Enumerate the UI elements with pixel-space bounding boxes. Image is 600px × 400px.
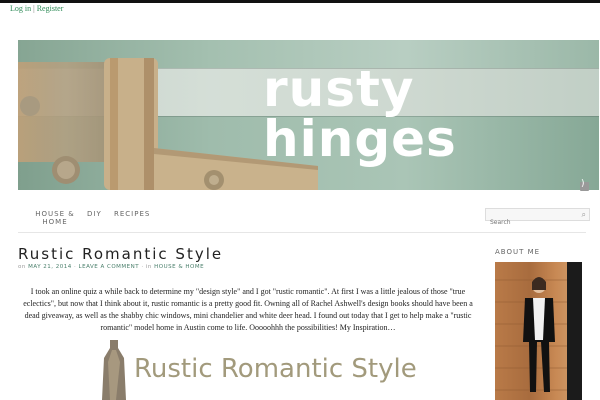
nav-divider	[18, 232, 586, 233]
register-link[interactable]: Register	[37, 4, 64, 13]
search-box: ⌕	[485, 208, 590, 228]
user-links: Log in | Register	[10, 4, 63, 13]
nav-item-recipes[interactable]: Recipes	[114, 210, 150, 218]
about-me-photo[interactable]	[495, 262, 582, 400]
post-title[interactable]: Rustic Romantic Style	[18, 245, 223, 263]
dress-form-image	[102, 340, 126, 400]
meta-in: in	[145, 264, 152, 270]
search-icon[interactable]: ⌕	[582, 210, 586, 220]
post-meta: on May 21, 2014 · Leave a Comment · in H…	[18, 264, 204, 270]
meta-dot: ·	[141, 264, 144, 270]
nav-item-diy[interactable]: DIY	[87, 210, 102, 218]
search-input[interactable]	[486, 217, 575, 228]
nav-item-label: House &	[35, 210, 75, 218]
nav-item-label-line2: Home	[42, 218, 68, 226]
post-inspiration-image[interactable]: Rustic Romantic Style	[96, 340, 436, 400]
top-bar	[0, 0, 600, 3]
header-banner[interactable]: rusty hinges	[18, 40, 599, 190]
post-category[interactable]: House & Home	[154, 264, 204, 270]
login-link[interactable]: Log in	[10, 4, 31, 13]
rss-icon[interactable]: )	[580, 179, 589, 191]
leave-comment-link[interactable]: Leave a Comment	[79, 264, 140, 270]
nav-item-house-home[interactable]: House & Home	[30, 210, 80, 226]
post-body: I took an online quiz a while back to de…	[23, 287, 473, 332]
site-title[interactable]: rusty hinges	[263, 64, 599, 164]
person-photo	[495, 262, 582, 400]
post-date[interactable]: May 21, 2014	[28, 264, 72, 270]
about-me-heading: About Me	[495, 248, 541, 256]
meta-on: on	[18, 264, 26, 270]
meta-dot: ·	[74, 264, 77, 270]
image-caption-text: Rustic Romantic Style	[134, 354, 417, 384]
